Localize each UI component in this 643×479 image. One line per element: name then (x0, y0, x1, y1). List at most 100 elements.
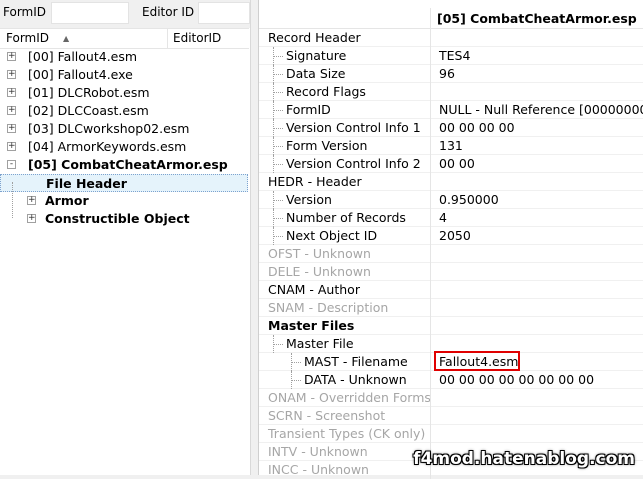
field-value[interactable]: 00 00 (439, 156, 475, 171)
record-view-title: [05] CombatCheatArmor.esp (437, 11, 637, 26)
pane-splitter[interactable] (250, 0, 258, 475)
record-view-header: [05] CombatCheatArmor.esp (259, 8, 643, 29)
tree-node[interactable]: + Constructible Object (0, 210, 248, 228)
field-name: Signature (286, 48, 347, 63)
record-field-row[interactable]: Number of Records 4 (259, 209, 643, 227)
record-field-row[interactable]: Master Files (259, 317, 643, 335)
expand-icon[interactable]: + (7, 70, 16, 79)
plugin-tree: + [00] Fallout4.esm + [00] Fallout4.exe + [01… (0, 48, 250, 475)
field-name: Record Flags (286, 84, 366, 99)
tree-node-label: [04] ArmorKeywords.esm (28, 139, 187, 154)
record-field-row[interactable]: DATA - Unknown 00 00 00 00 00 00 00 00 (259, 371, 643, 389)
sort-ascending-icon: ▲ (63, 34, 70, 43)
tree-connector (273, 128, 283, 129)
expand-icon[interactable]: + (7, 106, 16, 115)
tree-node[interactable]: + [01] DLCRobot.esm (0, 84, 248, 102)
expand-icon[interactable]: + (7, 124, 16, 133)
tree-node[interactable]: - [05] CombatCheatArmor.esp (0, 156, 248, 174)
formid-column-header[interactable]: FormID (6, 31, 49, 45)
tree-connector (12, 182, 13, 218)
formid-filter-input[interactable] (51, 2, 129, 24)
editorid-filter-label: Editor ID (142, 5, 195, 19)
record-field-row[interactable]: Signature TES4 (259, 47, 643, 65)
record-field-row[interactable]: FormID NULL - Null Reference [00000000] (259, 101, 643, 119)
expand-icon[interactable]: + (27, 214, 36, 223)
field-name: Version Control Info 2 (286, 156, 421, 171)
field-value[interactable]: 00 00 00 00 00 00 00 00 (439, 372, 594, 387)
column-divider (430, 353, 431, 371)
record-field-row[interactable]: Record Flags (259, 83, 643, 101)
field-value[interactable]: 131 (439, 138, 463, 153)
record-field-row[interactable]: OFST - Unknown (259, 245, 643, 263)
field-name: Number of Records (286, 210, 406, 225)
tree-connector (273, 119, 274, 137)
collapse-icon[interactable]: - (7, 160, 16, 169)
highlight-box (434, 351, 520, 371)
field-name: Version (286, 192, 332, 207)
record-field-row[interactable]: Form Version 131 (259, 137, 643, 155)
record-field-row[interactable]: Version Control Info 2 00 00 (259, 155, 643, 173)
column-divider[interactable] (430, 8, 431, 28)
expand-icon[interactable]: + (27, 196, 36, 205)
tree-node-label: [00] Fallout4.exe (28, 67, 133, 82)
record-field-row[interactable]: Transient Types (CK only) (259, 425, 643, 443)
tree-connector (273, 218, 283, 219)
tree-node[interactable]: + [04] ArmorKeywords.esm (0, 138, 248, 156)
column-divider (430, 191, 431, 209)
record-field-row[interactable]: ONAM - Overridden Forms (259, 389, 643, 407)
editorid-column-header[interactable]: EditorID (173, 31, 221, 45)
record-field-row[interactable]: SNAM - Description (259, 299, 643, 317)
record-field-row[interactable]: MAST - Filename Fallout4.esm (259, 351, 643, 371)
tree-node[interactable]: + [02] DLCCoast.esm (0, 102, 248, 120)
record-field-row[interactable]: Data Size 96 (259, 65, 643, 83)
tree-node-label: [00] Fallout4.esm (28, 49, 138, 64)
field-name: DATA - Unknown (304, 372, 407, 387)
record-field-row[interactable]: Record Header (259, 29, 643, 47)
field-value[interactable]: 0.950000 (439, 192, 499, 207)
record-field-row[interactable]: HEDR - Header (259, 173, 643, 191)
record-field-row[interactable]: Version 0.950000 (259, 191, 643, 209)
field-value[interactable]: 4 (439, 210, 447, 225)
expand-icon[interactable]: + (7, 142, 16, 151)
tree-node[interactable]: + [00] Fallout4.exe (0, 66, 248, 84)
field-value[interactable]: NULL - Null Reference [00000000] (439, 102, 643, 117)
record-field-row[interactable]: Version Control Info 1 00 00 00 00 (259, 119, 643, 137)
record-field-row[interactable]: CNAM - Author (259, 281, 643, 299)
tree-connector (273, 92, 283, 93)
column-divider (430, 173, 431, 191)
editorid-filter-input[interactable] (198, 2, 250, 24)
field-value[interactable]: TES4 (439, 48, 470, 63)
field-value[interactable]: 00 00 00 00 (439, 120, 515, 135)
record-field-row[interactable]: Next Object ID 2050 (259, 227, 643, 245)
expand-icon[interactable]: + (7, 52, 16, 61)
tree-node-label: File Header (46, 176, 127, 191)
record-field-row[interactable]: DELE - Unknown (259, 263, 643, 281)
tree-connector (273, 47, 274, 65)
field-name: Form Version (286, 138, 368, 153)
column-divider (430, 227, 431, 245)
tree-node[interactable]: + [03] DLCworkshop02.esm (0, 120, 248, 138)
column-divider (430, 65, 431, 83)
field-name: DELE - Unknown (268, 264, 371, 279)
field-value[interactable]: 2050 (439, 228, 471, 243)
field-name: INTV - Unknown (268, 444, 368, 459)
column-divider (430, 335, 431, 353)
tree-node[interactable]: File Header (0, 174, 248, 192)
field-name: HEDR - Header (268, 174, 362, 189)
expand-icon[interactable]: + (7, 88, 16, 97)
field-name: Data Size (286, 66, 346, 81)
column-divider (430, 83, 431, 101)
tree-connector (273, 56, 283, 57)
tree-connector (273, 200, 283, 201)
tree-node[interactable]: + [00] Fallout4.esm (0, 48, 248, 66)
tree-connector (291, 362, 301, 363)
tree-connector (273, 227, 274, 245)
record-field-row[interactable]: SCRN - Screenshot (259, 407, 643, 425)
tree-node[interactable]: + Armor (0, 192, 248, 210)
field-value[interactable]: 96 (439, 66, 455, 81)
column-divider (430, 119, 431, 137)
filter-bar: FormID Editor ID (0, 0, 250, 28)
navigation-pane: FormID Editor ID FormID ▲ EditorID + [00]… (0, 0, 250, 475)
field-name: CNAM - Author (268, 282, 360, 297)
column-divider[interactable] (167, 29, 168, 48)
